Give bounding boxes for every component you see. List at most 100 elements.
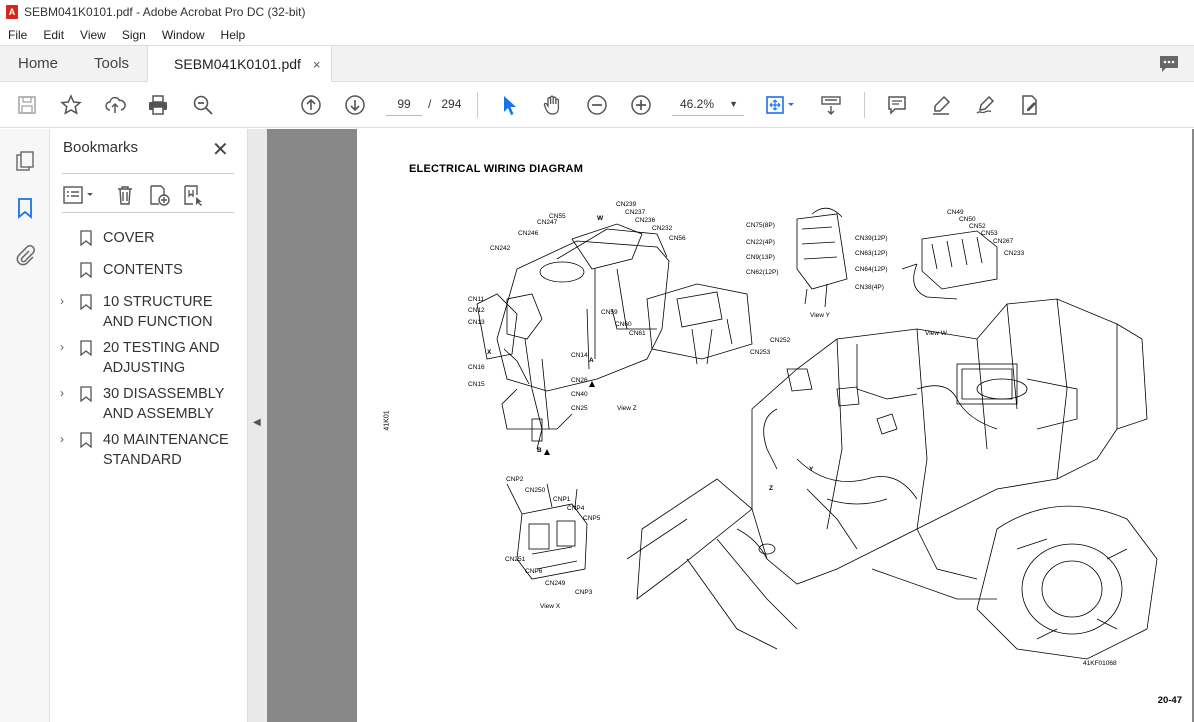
view-marker: X xyxy=(487,349,492,356)
menu-bar: File Edit View Sign Window Help xyxy=(0,24,1194,45)
total-pages: 294 xyxy=(441,97,462,111)
add-comment-icon[interactable] xyxy=(884,92,910,118)
connector-label: CN253 xyxy=(750,349,771,356)
menu-window[interactable]: Window xyxy=(154,28,213,42)
wiring-diagram-drawing xyxy=(476,207,1158,660)
zoom-level-value: 46.2% xyxy=(680,97,715,111)
connector-label: CNP6 xyxy=(525,568,543,575)
bookmark-label: 40 MAINTENANCE STANDARD xyxy=(103,432,229,468)
menu-view[interactable]: View xyxy=(72,28,114,42)
connector-label: CN22(4P) xyxy=(746,239,775,246)
zoom-level-dropdown[interactable]: 46.2% ▼ xyxy=(672,92,744,116)
delete-bookmark-icon[interactable] xyxy=(114,184,136,206)
view-label: View Y xyxy=(810,312,830,319)
save-icon[interactable] xyxy=(14,92,40,118)
connector-label: CN15 xyxy=(468,381,485,388)
connector-label: CNP1 xyxy=(553,496,571,503)
bookmarks-panel: Bookmarks ✕ COVER CONTENTS › 10 STRUCTUR… xyxy=(50,129,248,722)
connector-label: CNP3 xyxy=(575,589,593,596)
connector-label: CN250 xyxy=(525,487,546,494)
view-label: View X xyxy=(540,603,561,610)
connector-label: CN237 xyxy=(625,209,646,216)
connector-label: CN9(13P) xyxy=(746,254,775,261)
find-bookmark-icon[interactable] xyxy=(182,184,204,206)
collapse-arrow-icon: ◀ xyxy=(253,417,261,428)
tab-tools[interactable]: Tools xyxy=(76,46,147,81)
connector-label: CN16 xyxy=(468,364,485,371)
view-label: View Z xyxy=(617,405,637,412)
tab-document[interactable]: SEBM041K0101.pdf × xyxy=(147,46,332,82)
connector-label: CN11 xyxy=(468,296,485,303)
bookmarks-toolbar xyxy=(62,173,234,213)
page-total: / 294 xyxy=(428,92,461,116)
connector-label: CN233 xyxy=(1004,250,1025,257)
sign-pen-icon[interactable] xyxy=(972,92,998,118)
page-thumbnails-icon[interactable] xyxy=(14,150,36,172)
connector-label: CN251 xyxy=(505,556,526,563)
select-cursor-icon[interactable] xyxy=(496,92,522,118)
zoom-search-icon[interactable] xyxy=(190,92,216,118)
bookmark-flag-icon xyxy=(80,432,92,448)
chevron-right-icon[interactable]: › xyxy=(60,432,64,446)
page-display-icon[interactable] xyxy=(762,92,802,118)
zoom-out-icon[interactable] xyxy=(584,92,610,118)
print-icon[interactable] xyxy=(145,92,171,118)
highlight-pen-icon[interactable] xyxy=(928,92,954,118)
new-bookmark-icon[interactable] xyxy=(148,184,170,206)
connector-label: CN64(12P) xyxy=(855,266,888,273)
connector-label: CN13 xyxy=(468,319,485,326)
menu-sign[interactable]: Sign xyxy=(114,28,154,42)
next-page-icon[interactable] xyxy=(342,92,368,118)
page-separator: / xyxy=(428,97,432,111)
view-marker: W xyxy=(597,215,604,222)
connector-label: CN246 xyxy=(518,230,539,237)
chevron-down-icon: ▼ xyxy=(729,99,738,109)
connector-label: CN247 xyxy=(537,219,558,226)
previous-page-icon[interactable] xyxy=(298,92,324,118)
hand-tool-icon[interactable] xyxy=(540,92,566,118)
connector-label: CN38(4P) xyxy=(855,284,884,291)
comment-icon[interactable] xyxy=(1158,54,1180,74)
page-number-input[interactable]: 99 xyxy=(386,92,422,116)
connector-label: CN267 xyxy=(993,238,1014,245)
connector-label: CN236 xyxy=(635,217,656,224)
connector-label: CN25 xyxy=(571,405,588,412)
bookmarks-panel-icon[interactable] xyxy=(14,197,36,219)
panel-collapse-handle[interactable]: ◀ xyxy=(248,129,267,722)
menu-edit[interactable]: Edit xyxy=(35,28,72,42)
connector-label: CN60 xyxy=(615,321,632,328)
bookmark-star-icon[interactable] xyxy=(58,92,84,118)
bookmark-flag-icon xyxy=(80,230,92,246)
connector-label: CNP4 xyxy=(567,505,585,512)
bookmark-flag-icon xyxy=(80,262,92,278)
connector-label: CN40 xyxy=(571,391,588,398)
document-viewer[interactable]: ELECTRICAL WIRING DIAGRAM 41K01 CN239 CN… xyxy=(267,129,1194,722)
menu-file[interactable]: File xyxy=(0,28,35,42)
left-navigation-rail xyxy=(0,129,50,722)
attachments-paperclip-icon[interactable] xyxy=(14,244,36,266)
connector-label: CN252 xyxy=(770,337,791,344)
close-icon[interactable]: ✕ xyxy=(212,137,229,162)
connector-label: CN59 xyxy=(601,309,618,316)
chevron-right-icon[interactable]: › xyxy=(60,294,64,308)
tab-home[interactable]: Home xyxy=(0,46,76,81)
zoom-in-icon[interactable] xyxy=(628,92,654,118)
edit-pdf-icon[interactable] xyxy=(1016,92,1042,118)
bookmark-label: 30 DISASSEMBLY AND ASSEMBLY xyxy=(103,386,225,422)
share-upload-icon[interactable] xyxy=(102,92,128,118)
connector-label: CN232 xyxy=(652,225,673,232)
chevron-right-icon[interactable]: › xyxy=(60,340,64,354)
connector-label: CN53 xyxy=(981,230,998,237)
bookmark-options-icon[interactable] xyxy=(62,184,98,206)
bookmark-label: 20 TESTING AND ADJUSTING xyxy=(103,340,220,376)
connector-label: CN39(12P) xyxy=(855,235,888,242)
bookmark-label: 10 STRUCTURE AND FUNCTION xyxy=(103,294,213,330)
chevron-right-icon[interactable]: › xyxy=(60,386,64,400)
window-title: SEBM041K0101.pdf - Adobe Acrobat Pro DC … xyxy=(24,5,306,19)
connector-label: CN249 xyxy=(545,580,566,587)
scroll-mode-icon[interactable] xyxy=(818,92,844,118)
connector-label: CNP5 xyxy=(583,515,601,522)
tab-close-icon[interactable]: × xyxy=(313,57,321,72)
menu-help[interactable]: Help xyxy=(213,28,254,42)
connector-label: CN61 xyxy=(629,330,646,337)
